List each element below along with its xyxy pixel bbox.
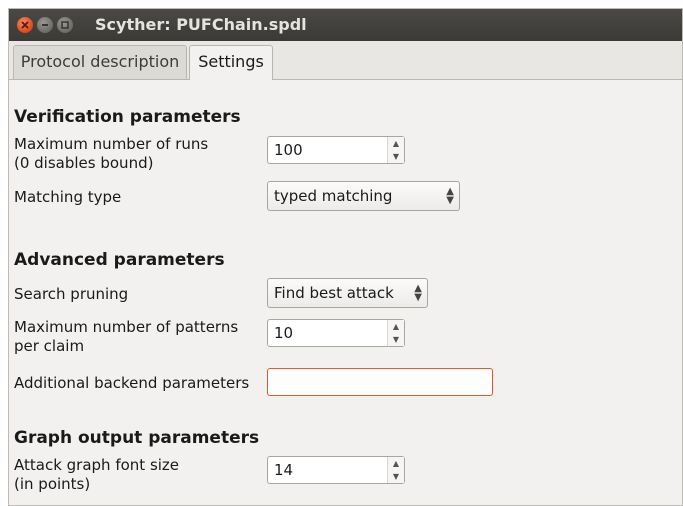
matching-type-value: typed matching [274, 187, 393, 205]
chevron-down-icon[interactable]: ▼ [388, 333, 404, 346]
max-runs-spinbox[interactable]: 100 ▲ ▼ [267, 136, 405, 164]
settings-panel: Verification parameters Maximum number o… [9, 80, 682, 505]
close-button[interactable] [17, 17, 33, 33]
max-patterns-label-line2: per claim [14, 337, 85, 355]
tab-bar: Protocol description Settings [9, 41, 682, 80]
app-window: Scyther: PUFChain.spdl Protocol descript… [8, 8, 683, 506]
max-patterns-spinbox[interactable]: 10 ▲ ▼ [267, 319, 405, 347]
updown-caret-icon: ▲ ▼ [414, 283, 422, 303]
max-runs-value[interactable]: 100 [268, 137, 388, 163]
backend-params-label: Additional backend parameters [14, 374, 250, 392]
graph-section-title: Graph output parameters [14, 428, 260, 448]
chevron-down-icon[interactable]: ▼ [388, 470, 404, 483]
minimize-button[interactable] [37, 17, 53, 33]
font-size-value[interactable]: 14 [268, 457, 388, 483]
tab-protocol-description[interactable]: Protocol description [13, 45, 187, 79]
chevron-up-icon[interactable]: ▲ [388, 457, 404, 470]
chevron-up-icon[interactable]: ▲ [388, 137, 404, 150]
window-title: Scyther: PUFChain.spdl [95, 15, 307, 34]
backend-params-input[interactable] [267, 368, 493, 396]
max-runs-spin-arrows[interactable]: ▲ ▼ [387, 137, 404, 163]
font-size-label-line1: Attack graph font size [14, 456, 180, 474]
minimize-icon [42, 24, 48, 26]
tab-settings[interactable]: Settings [189, 45, 273, 80]
search-pruning-value: Find best attack [274, 284, 394, 302]
font-size-spinbox[interactable]: 14 ▲ ▼ [267, 456, 405, 484]
max-runs-label-line2: (0 disables bound) [14, 154, 154, 172]
advanced-section-title: Advanced parameters [14, 250, 225, 270]
close-icon [21, 21, 29, 29]
search-pruning-label: Search pruning [14, 285, 129, 303]
verification-section-title: Verification parameters [14, 107, 241, 127]
font-size-label-line2: (in points) [14, 475, 91, 493]
updown-caret-icon: ▲ ▼ [446, 186, 454, 206]
font-size-spin-arrows[interactable]: ▲ ▼ [387, 457, 404, 483]
matching-type-label: Matching type [14, 188, 122, 206]
chevron-up-icon[interactable]: ▲ [388, 320, 404, 333]
max-patterns-label-line1: Maximum number of patterns [14, 318, 239, 336]
chevron-down-icon[interactable]: ▼ [388, 150, 404, 163]
maximize-button[interactable] [57, 17, 73, 33]
matching-type-select[interactable]: typed matching ▲ ▼ [267, 181, 460, 211]
maximize-icon [61, 21, 69, 29]
max-patterns-value[interactable]: 10 [268, 320, 388, 346]
search-pruning-select[interactable]: Find best attack ▲ ▼ [267, 278, 428, 308]
max-runs-label-line1: Maximum number of runs [14, 135, 209, 153]
title-bar[interactable]: Scyther: PUFChain.spdl [9, 9, 682, 41]
max-patterns-spin-arrows[interactable]: ▲ ▼ [387, 320, 404, 346]
